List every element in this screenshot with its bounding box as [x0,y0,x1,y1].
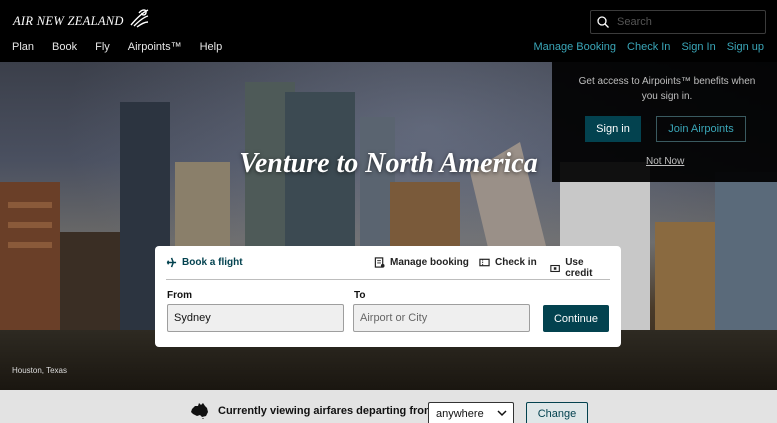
photo-caption: Houston, Texas [12,366,67,375]
tab-use-credit[interactable]: Use credit [550,257,610,279]
tab-label: Check in [495,257,537,268]
tab-label: Book a flight [182,257,243,268]
from-field[interactable] [167,304,344,332]
brand-name: AIR NEW ZEALAND [13,13,124,28]
nav-sign-up[interactable]: Sign up [727,41,764,53]
nav-airpoints[interactable]: Airpoints™ [128,41,182,53]
primary-nav: Plan Book Fly Airpoints™ Help [12,41,240,53]
chevron-down-icon [497,410,507,417]
tab-book-flight[interactable]: Book a flight [166,257,243,268]
to-field[interactable] [353,304,530,332]
tab-check-in[interactable]: Check in [479,257,537,268]
account-nav: Manage Booking Check In Sign In Sign up [522,41,764,53]
booking-widget: Book a flight Manage booking Check in Us… [155,246,621,347]
nav-manage-booking[interactable]: Manage Booking [533,41,616,53]
join-airpoints-button[interactable]: Join Airpoints [656,116,746,142]
brand-logo[interactable]: AIR NEW ZEALAND [13,7,150,29]
region-bar-content: Currently viewing airfares departing fro… [190,402,434,419]
to-label: To [354,290,366,301]
region-bar: Currently viewing airfares departing fro… [0,390,777,423]
australia-map-icon [191,403,208,419]
from-label: From [167,290,192,301]
nav-help[interactable]: Help [200,41,223,53]
tab-manage-booking[interactable]: Manage booking [374,257,469,268]
to-input[interactable] [360,312,529,324]
region-text: Currently viewing airfares departing fro… [218,404,434,417]
tab-label: Manage booking [390,257,469,268]
plane-icon [166,257,177,268]
nav-sign-in[interactable]: Sign In [681,41,715,53]
credit-icon [550,264,560,272]
document-icon [374,257,385,268]
nav-book[interactable]: Book [52,41,77,53]
nav-plan[interactable]: Plan [12,41,34,53]
search-box[interactable] [590,10,766,34]
booking-tabs: Book a flight Manage booking Check in Us… [166,256,610,280]
nav-fly[interactable]: Fly [95,41,110,53]
search-input[interactable] [617,16,757,28]
signin-popover: Get access to Airpoints™ benefits when y… [552,62,777,182]
nav-check-in[interactable]: Check In [627,41,670,53]
from-input[interactable] [174,312,343,324]
koru-icon [130,9,149,28]
signin-button[interactable]: Sign in [585,116,641,142]
signin-prompt: Get access to Airpoints™ benefits when y… [578,76,756,102]
departure-region-select[interactable]: anywhere [428,402,514,423]
search-icon [597,16,609,28]
site-header: AIR NEW ZEALAND Plan Book Fly Airpoints™… [0,0,777,62]
continue-button[interactable]: Continue [543,305,609,332]
not-now-link[interactable]: Not Now [646,156,684,167]
change-region-button[interactable]: Change [526,402,588,423]
select-value: anywhere [436,408,484,420]
ticket-icon [479,258,490,267]
tab-label: Use credit [565,257,593,279]
